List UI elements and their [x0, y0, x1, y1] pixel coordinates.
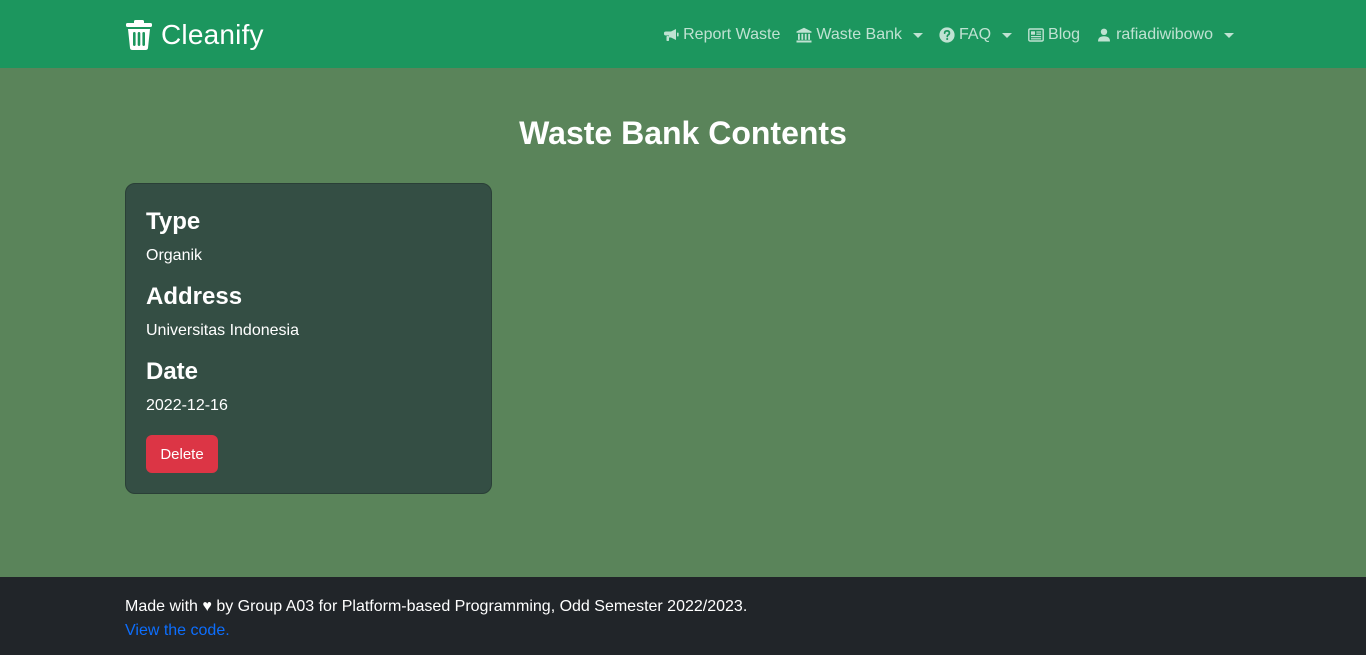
navbar: Cleanify Report Waste Waste Bank FAQ Blo… — [0, 0, 1366, 68]
nav-blog-label: Blog — [1048, 26, 1081, 43]
trash-icon — [126, 20, 152, 50]
nav-menu: Report Waste Waste Bank FAQ Blog rafiadi… — [663, 22, 1234, 48]
footer-credit: Made with ♥ by Group A03 for Platform-ba… — [125, 598, 748, 615]
nav-waste-bank[interactable]: Waste Bank — [796, 23, 924, 47]
chevron-down-icon — [1224, 32, 1234, 38]
waste-bank-card: Type Organik Address Universitas Indones… — [125, 183, 492, 494]
address-label: Address — [146, 283, 243, 310]
delete-button[interactable]: Delete — [146, 435, 218, 473]
bank-icon — [796, 27, 812, 43]
date-value: 2022-12-16 — [146, 397, 228, 414]
nav-report-waste[interactable]: Report Waste — [663, 23, 780, 47]
view-code-link[interactable]: View the code. — [125, 619, 230, 643]
nav-faq-label: FAQ — [959, 26, 992, 43]
nav-report-waste-label: Report Waste — [683, 26, 781, 43]
nav-blog[interactable]: Blog — [1028, 23, 1080, 47]
page-title: Waste Bank Contents — [519, 115, 847, 151]
type-label: Type — [146, 208, 201, 235]
chevron-down-icon — [913, 32, 924, 38]
newspaper-icon — [1028, 28, 1044, 42]
nav-waste-bank-label: Waste Bank — [816, 26, 903, 43]
date-label: Date — [146, 358, 199, 385]
nav-faq[interactable]: FAQ — [939, 23, 1013, 47]
megaphone-icon — [664, 29, 679, 41]
address-value: Universitas Indonesia — [146, 322, 299, 339]
brand-link[interactable]: Cleanify — [126, 17, 264, 53]
question-circle-icon — [939, 27, 955, 43]
user-icon — [1098, 28, 1111, 42]
chevron-down-icon — [1002, 32, 1013, 38]
nav-username: rafiadiwibowo — [1116, 26, 1213, 43]
type-value: Organik — [146, 247, 203, 264]
nav-user-menu[interactable]: rafiadiwibowo — [1096, 23, 1234, 47]
brand-name: Cleanify — [161, 19, 264, 50]
footer: Made with ♥ by Group A03 for Platform-ba… — [0, 577, 1366, 655]
